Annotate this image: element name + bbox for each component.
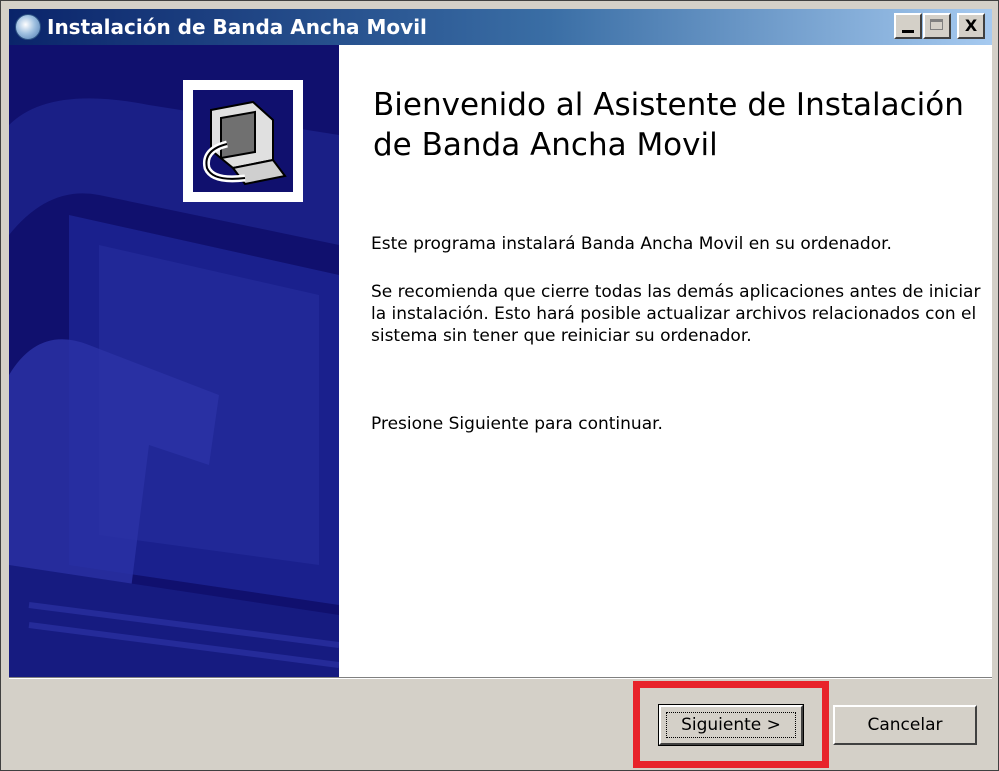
close-icon: X bbox=[964, 16, 978, 35]
intro-paragraph: Este programa instalará Banda Ancha Movi… bbox=[371, 234, 892, 254]
installer-logo bbox=[183, 80, 303, 202]
maximize-icon bbox=[930, 19, 943, 30]
wizard-content: Bienvenido al Asistente de Instalación d… bbox=[9, 45, 992, 677]
next-button-highlight bbox=[633, 681, 829, 768]
wizard-side-banner bbox=[9, 45, 339, 677]
window-title: Instalación de Banda Ancha Movil bbox=[47, 15, 427, 39]
title-bar[interactable]: Instalación de Banda Ancha Movil X bbox=[9, 9, 992, 45]
cancel-button-label: Cancelar bbox=[867, 715, 943, 735]
minimize-icon bbox=[902, 30, 914, 33]
close-button[interactable]: X bbox=[957, 13, 985, 39]
computer-install-icon bbox=[193, 90, 293, 192]
installer-window: Instalación de Banda Ancha Movil X Bienv… bbox=[0, 0, 999, 771]
recommendation-paragraph: Se recomienda que cierre todas las demás… bbox=[371, 282, 981, 346]
cancel-button[interactable]: Cancelar bbox=[833, 705, 977, 745]
installer-globe-icon bbox=[15, 14, 41, 40]
maximize-button bbox=[923, 13, 951, 39]
welcome-heading: Bienvenido al Asistente de Instalación d… bbox=[373, 87, 964, 163]
button-bar: Siguiente > Cancelar bbox=[9, 679, 992, 764]
minimize-button[interactable] bbox=[894, 13, 922, 39]
continue-instruction: Presione Siguiente para continuar. bbox=[371, 414, 663, 434]
